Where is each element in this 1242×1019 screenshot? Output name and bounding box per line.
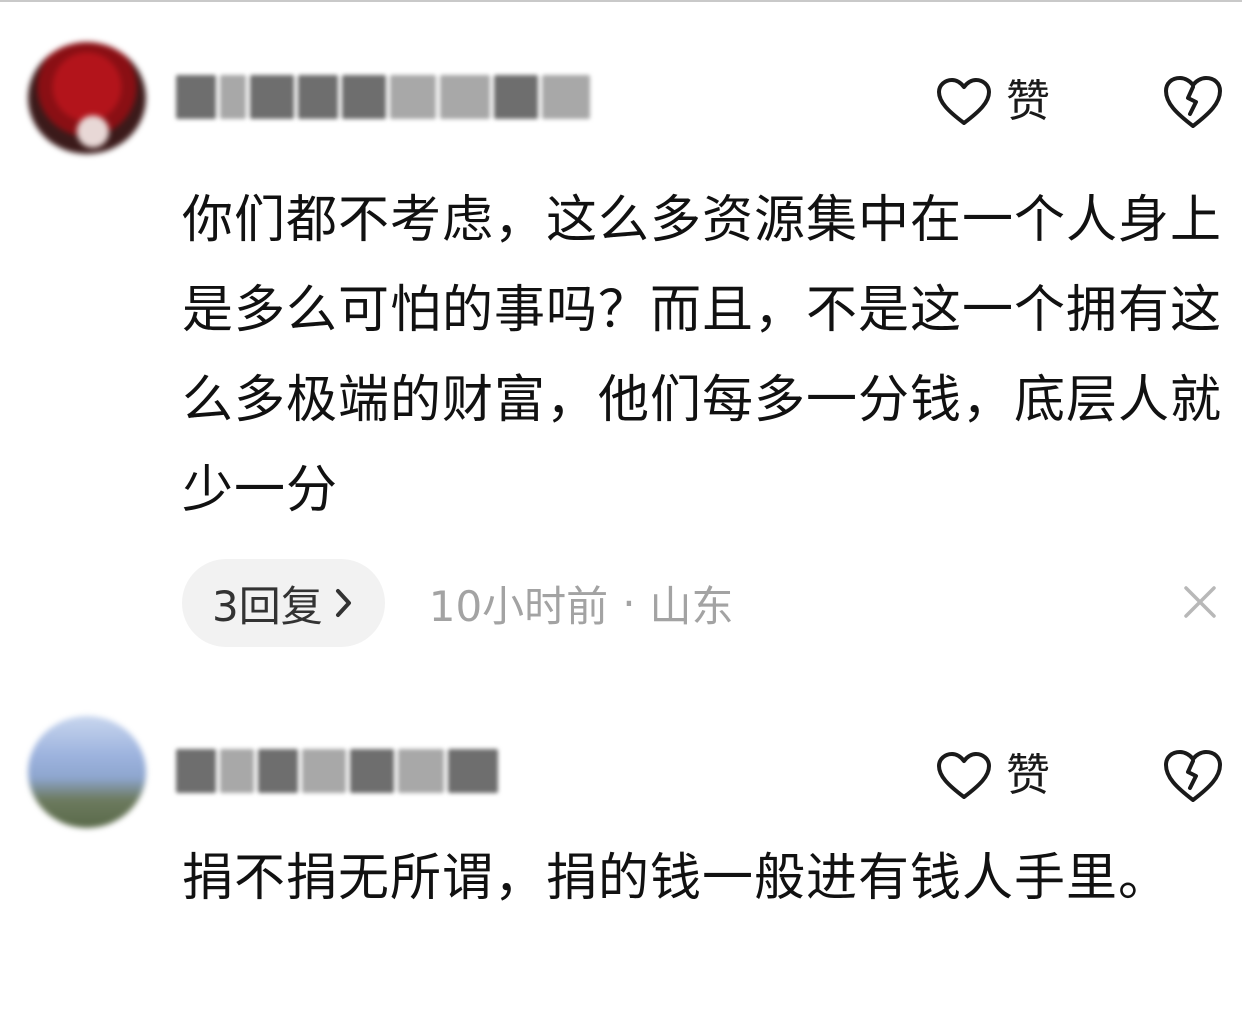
- username-blurred[interactable]: [176, 746, 498, 796]
- top-divider: [0, 0, 1242, 2]
- heart-outline-icon: [937, 752, 991, 799]
- close-icon[interactable]: [1180, 582, 1220, 622]
- time-location: 10小时前 · 山东: [429, 573, 734, 634]
- comment-item: 赞 你们都不考虑，这么多资源集中在一个人身上是多么可怕的事吗？而且，不是这一个拥…: [0, 38, 1242, 658]
- comment-list: 赞 你们都不考虑，这么多资源集中在一个人身上是多么可怕的事吗？而且，不是这一个拥…: [0, 0, 1242, 1019]
- location: 山东: [649, 581, 734, 631]
- meta-separator: ·: [622, 578, 636, 628]
- like-label: 赞: [1006, 76, 1050, 127]
- heart-outline-icon: [937, 78, 991, 125]
- like-button[interactable]: 赞: [936, 74, 1050, 130]
- view-replies-button[interactable]: 3回复: [182, 559, 385, 647]
- avatar[interactable]: [28, 716, 146, 828]
- broken-heart-icon[interactable]: [1162, 748, 1224, 804]
- timestamp: 10小时前: [428, 581, 609, 631]
- chevron-right-icon: [335, 589, 351, 617]
- username-blurred[interactable]: [176, 72, 590, 122]
- comment-meta: 3回复 10小时前 · 山东: [182, 558, 734, 648]
- comment-item: 赞 捐不捐无所谓，捐的钱一般进有钱人手里。: [0, 712, 1242, 1019]
- avatar[interactable]: [28, 42, 146, 154]
- like-button[interactable]: 赞: [936, 748, 1050, 804]
- comment-body: 你们都不考虑，这么多资源集中在一个人身上是多么可怕的事吗？而且，不是这一个拥有这…: [182, 191, 1223, 520]
- reply-count-label: 3回复: [212, 581, 323, 631]
- comment-body: 捐不捐无所谓，捐的钱一般进有钱人手里。: [182, 849, 1171, 908]
- like-label: 赞: [1006, 750, 1050, 801]
- broken-heart-icon[interactable]: [1162, 74, 1224, 130]
